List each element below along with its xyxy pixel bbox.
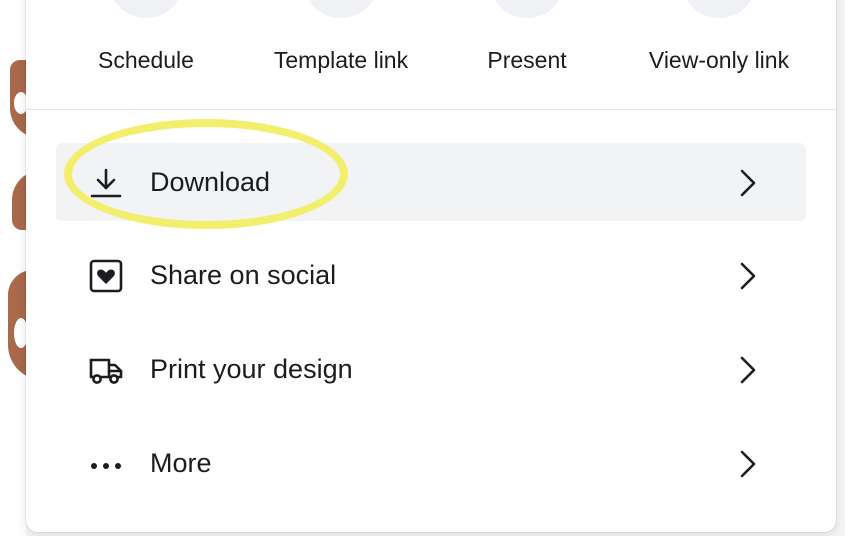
view-only-link-icon: [681, 0, 757, 18]
menu-item-label: Download: [150, 167, 271, 197]
share-heart-icon: [88, 258, 124, 294]
menu-item-more[interactable]: More: [56, 424, 806, 502]
quick-action-schedule[interactable]: Schedule: [56, 0, 236, 109]
quick-action-label: Present: [487, 47, 567, 73]
quick-action-present[interactable]: Present: [437, 0, 617, 109]
quick-actions-bar: Schedule Template link Present View-only…: [26, 0, 836, 110]
quick-action-label: Schedule: [98, 47, 194, 73]
menu-item-label: More: [150, 448, 212, 478]
chevron-right-icon: [736, 446, 760, 482]
chevron-right-icon: [736, 258, 760, 294]
menu-item-share-on-social[interactable]: Share on social: [56, 236, 806, 314]
quick-action-label: Template link: [273, 47, 409, 73]
quick-action-view-only-link[interactable]: View-only link: [629, 0, 809, 109]
background-design-shape: [14, 92, 26, 114]
menu-item-print-your-design[interactable]: Print your design: [56, 330, 806, 408]
chevron-right-icon: [736, 352, 760, 388]
more-dots-icon: [88, 446, 124, 482]
truck-icon: [88, 352, 124, 388]
quick-action-label: View-only link: [648, 47, 790, 73]
menu-item-label: Share on social: [150, 260, 337, 290]
share-panel: Schedule Template link Present View-only…: [26, 0, 836, 532]
background-design-shape: [14, 318, 26, 348]
screen: Schedule Template link Present View-only…: [0, 0, 845, 536]
background-design: [0, 0, 26, 536]
menu-item-label: Print your design: [150, 354, 353, 384]
quick-action-template-link[interactable]: Template link: [251, 0, 431, 109]
chevron-right-icon: [736, 165, 760, 201]
template-link-icon: [303, 0, 379, 18]
download-icon: [88, 165, 124, 201]
calendar-icon: [108, 0, 184, 18]
menu-item-download[interactable]: Download: [56, 143, 806, 221]
background-design-shape: [12, 170, 26, 230]
present-icon: [489, 0, 565, 18]
